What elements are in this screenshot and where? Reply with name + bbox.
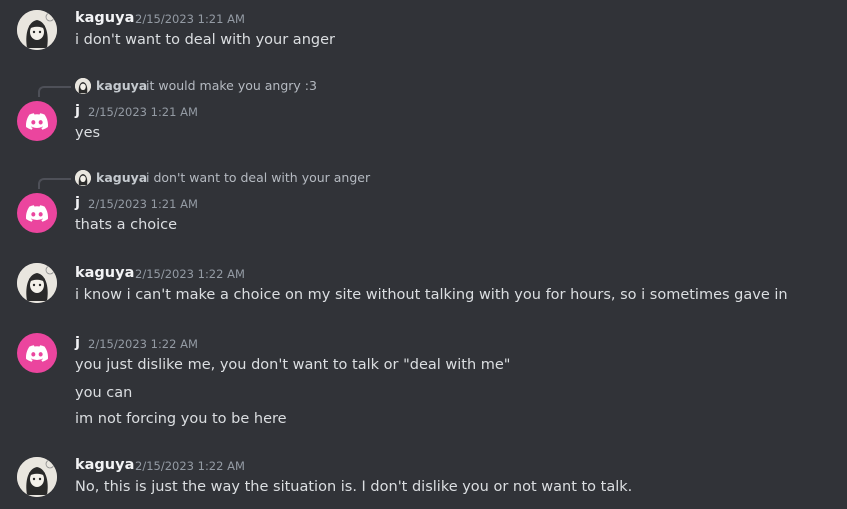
- timestamp: 2/15/2023 1:21 AM: [88, 197, 198, 211]
- message-text: you can: [75, 385, 133, 401]
- message-text: thats a choice: [75, 217, 178, 233]
- kaguya-avatar[interactable]: [17, 10, 57, 50]
- timestamp: 2/15/2023 1:22 AM: [135, 267, 245, 281]
- message-text: im not forcing you to be here: [75, 411, 287, 427]
- kaguya-avatar[interactable]: [17, 263, 57, 303]
- reply-preview[interactable]: i don't want to deal with your anger: [146, 170, 370, 186]
- timestamp: 2/15/2023 1:22 AM: [135, 459, 245, 473]
- username[interactable]: j: [75, 334, 80, 352]
- timestamp: 2/15/2023 1:22 AM: [88, 337, 198, 351]
- message-text: yes: [75, 125, 101, 141]
- discord-avatar-icon[interactable]: [17, 193, 57, 233]
- username[interactable]: j: [75, 102, 80, 120]
- message-text: i know i can't make a choice on my site …: [75, 287, 788, 303]
- discord-avatar-icon[interactable]: [17, 333, 57, 373]
- reply-author[interactable]: kaguya: [96, 78, 147, 94]
- kaguya-avatar[interactable]: [17, 457, 57, 497]
- reply-preview[interactable]: it would make you angry :3: [146, 78, 317, 94]
- timestamp: 2/15/2023 1:21 AM: [88, 105, 198, 119]
- reply-spine: [38, 178, 71, 189]
- message-text: you just dislike me, you don't want to t…: [75, 357, 511, 373]
- discord-avatar-icon[interactable]: [17, 101, 57, 141]
- message-text: No, this is just the way the situation i…: [75, 479, 633, 495]
- username[interactable]: kaguya: [75, 456, 134, 474]
- username[interactable]: kaguya: [75, 264, 134, 282]
- reply-author[interactable]: kaguya: [96, 170, 147, 186]
- timestamp: 2/15/2023 1:21 AM: [135, 12, 245, 26]
- reply-avatar-icon[interactable]: [75, 78, 91, 94]
- reply-avatar-icon[interactable]: [75, 170, 91, 186]
- username[interactable]: kaguya: [75, 9, 134, 27]
- reply-spine: [38, 86, 71, 97]
- message-text: i don't want to deal with your anger: [75, 32, 335, 48]
- username[interactable]: j: [75, 194, 80, 212]
